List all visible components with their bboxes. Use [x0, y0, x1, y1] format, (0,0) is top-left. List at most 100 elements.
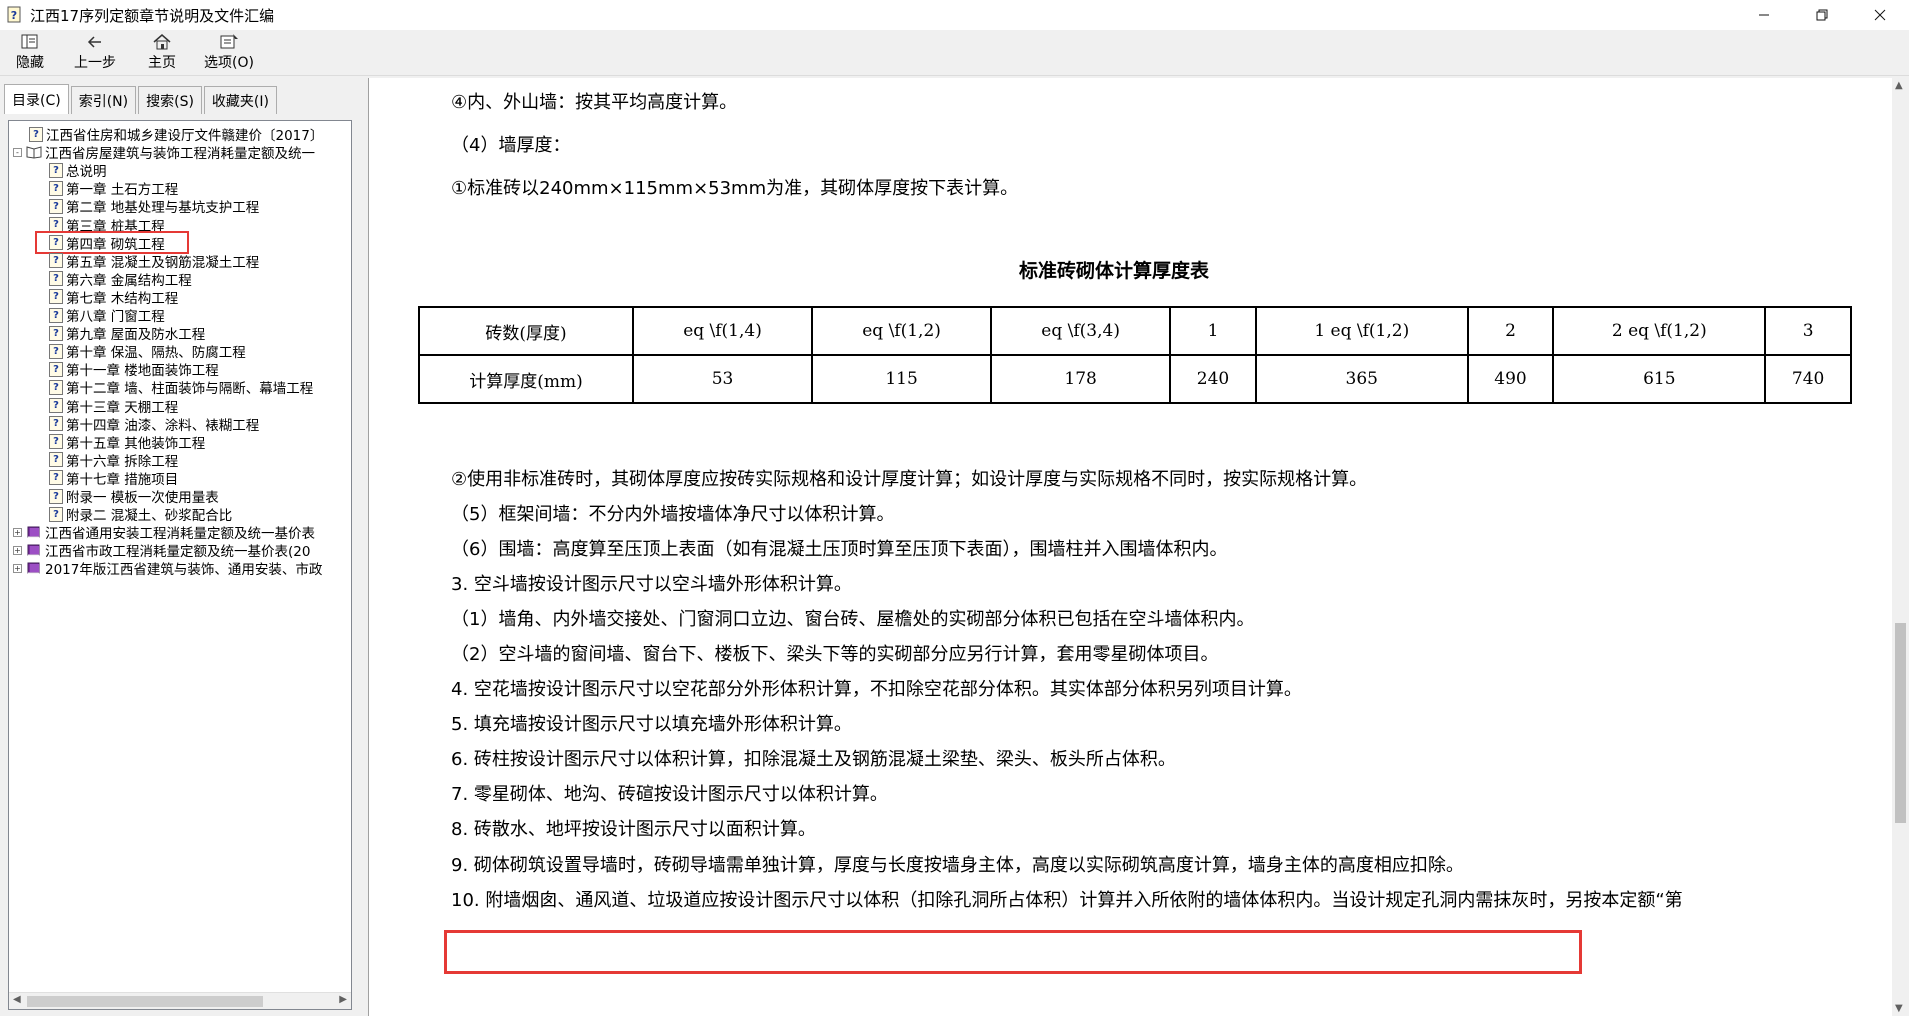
tree-item[interactable]: ? 第十一章 楼地面装饰工程 [49, 360, 219, 380]
tree-item[interactable]: ? 第一章 土石方工程 [49, 179, 178, 198]
tab-search[interactable]: 搜索(S) [138, 86, 202, 114]
table-cell: 53 [631, 354, 814, 404]
tree-item[interactable]: ? 第六章 金属结构工程 [49, 270, 192, 289]
help-page-icon: ? [49, 271, 63, 287]
vertical-scrollbar[interactable]: ▲ ▼ [1892, 78, 1909, 1016]
help-page-icon: ? [49, 398, 63, 413]
tree-item[interactable]: ? 第十五章 其他装饰工程 [49, 433, 206, 452]
scroll-right-icon[interactable]: ▶ [339, 994, 347, 1005]
back-label: 上一步 [74, 55, 116, 71]
tree-item[interactable]: ? 第十七章 措施项目 [49, 469, 179, 488]
tree-item[interactable]: ? 总说明 [49, 161, 107, 180]
help-page-icon: ? [49, 361, 63, 377]
help-page-icon: ? [49, 325, 63, 341]
home-icon [151, 32, 173, 52]
tree-item[interactable]: ? 附录二 混凝土、砂浆配合比 [49, 505, 233, 525]
content-line: 7. 零星砌体、地沟、砖碹按设计图示尺寸以体积计算。 [451, 784, 888, 805]
horizontal-scrollbar[interactable]: ◀ ▶ [9, 992, 351, 1009]
tree-item[interactable]: + 江西省通用安装工程消耗量定额及统一基价表 [13, 523, 315, 542]
tab-index[interactable]: 索引(N) [70, 86, 137, 114]
help-page-icon: ? [49, 379, 63, 395]
tree-item[interactable]: ? 第四章 砌筑工程 [35, 230, 189, 254]
help-page-icon: ? [49, 180, 63, 196]
home-button[interactable]: 主页 [148, 30, 176, 76]
expand-icon[interactable]: + [13, 563, 22, 573]
back-arrow-icon [84, 32, 106, 52]
maximize-button[interactable] [1793, 0, 1851, 30]
tree-item-label: 第十章 保温、隔热、防腐工程 [66, 345, 246, 362]
table-cell: 240 [1169, 354, 1257, 404]
expand-icon[interactable]: + [13, 527, 22, 537]
tree-item[interactable]: ? 第七章 木结构工程 [49, 288, 178, 307]
table-cell: 115 [811, 354, 993, 404]
table-cell: 1 eq \f(1,2) [1254, 306, 1469, 356]
tree-item-label: 2017年版江西省建筑与装饰、通用安装、市政 [45, 562, 323, 579]
scroll-up-icon[interactable]: ▲ [1895, 80, 1903, 91]
tree-item-label: 附录二 混凝土、砂浆配合比 [66, 508, 233, 525]
close-button[interactable] [1851, 0, 1909, 30]
content-line: 9. 砌体砌筑设置导墙时，砖砌导墙需单独计算，厚度与长度按墙身主体，高度以实际砌… [451, 855, 1464, 876]
table-cell: 490 [1466, 354, 1555, 404]
tree-item[interactable]: ? 第五章 混凝土及钢筋混凝土工程 [49, 252, 260, 271]
table-cell: 砖数(厚度) [418, 306, 634, 356]
help-page-icon: ? [49, 470, 63, 486]
tree-item[interactable]: - 江西省房屋建筑与装饰工程消耗量定额及统一 [13, 143, 315, 163]
tree-item[interactable]: ? 江西省住房和城乡建设厅文件赣建价〔2017〕 [29, 125, 323, 144]
tree-item-label: 第十七章 措施项目 [66, 471, 179, 488]
tree-item[interactable]: +2017年版江西省建筑与装饰、通用安装、市政 [13, 559, 323, 579]
help-page-icon: ? [49, 434, 63, 450]
tree-item-label: 第十一章 楼地面装饰工程 [66, 363, 219, 380]
tree-item-label: 第十六章 拆除工程 [66, 453, 179, 470]
closed-book-icon [27, 562, 40, 574]
hide-button[interactable]: 隐藏 [16, 30, 44, 76]
scroll-left-icon[interactable]: ◀ [13, 994, 21, 1005]
tree-item[interactable]: ? 第十二章 墙、柱面装饰与隔断、幕墙工程 [49, 378, 313, 397]
table-cell: 计算厚度(mm) [418, 354, 634, 404]
tree-item-label: 附录一 模板一次使用量表 [66, 490, 219, 506]
help-page-icon: ? [49, 307, 63, 323]
tab-contents[interactable]: 目录(C) [4, 84, 69, 114]
tree-item[interactable]: ? 附录一 模板一次使用量表 [49, 487, 219, 506]
scroll-down-icon[interactable]: ▼ [1895, 1003, 1903, 1014]
table-cell: 178 [990, 354, 1172, 404]
tree-item[interactable]: ? 第九章 屋面及防水工程 [49, 324, 205, 343]
back-button[interactable]: 上一步 [74, 30, 116, 76]
collapse-icon[interactable]: - [13, 147, 22, 157]
options-button[interactable]: 选项(O) [204, 30, 254, 76]
table-cell: 615 [1552, 354, 1767, 404]
table-cell: eq \f(1,4) [631, 306, 814, 356]
highlight-annotation-box [444, 930, 1582, 974]
table-title: 标准砖砌体计算厚度表 [1018, 260, 1209, 282]
tree-item-label: 第十三章 天棚工程 [66, 399, 179, 416]
table-cell: 1 [1169, 306, 1257, 356]
scroll-thumb[interactable] [1895, 623, 1906, 823]
tree-item[interactable]: ? 第十三章 天棚工程 [49, 397, 179, 416]
help-page-icon: ? [49, 253, 63, 269]
restore-icon [1816, 9, 1828, 21]
tree-item[interactable]: ? 第二章 地基处理与基坑支护工程 [49, 197, 259, 216]
tree-item[interactable]: + 江西省市政工程消耗量定额及统一基价表(20 [13, 541, 311, 561]
contents-tree: ◀ ▶ ? 江西省住房和城乡建设厅文件赣建价〔2017〕 - 江西省房屋建筑与装饰工程… [8, 120, 352, 1010]
tree-item-label: 第五章 混凝土及钢筋混凝土工程 [66, 254, 260, 271]
hide-label: 隐藏 [16, 55, 44, 71]
content-line: （4）墙厚度： [451, 135, 571, 156]
tree-item[interactable]: ? 第十章 保温、隔热、防腐工程 [49, 342, 246, 362]
table-cell: 740 [1764, 354, 1852, 404]
minimize-button[interactable] [1735, 0, 1793, 30]
tree-item[interactable]: ? 第十四章 油漆、涂料、裱糊工程 [49, 415, 259, 434]
tree-item-label: 江西省房屋建筑与装饰工程消耗量定额及统一 [45, 146, 315, 163]
nav-tabs: 目录(C) 索引(N) 搜索(S) 收藏夹(I) [4, 84, 279, 114]
tree-item-label: 江西省市政工程消耗量定额及统一基价表(20 [45, 544, 311, 561]
content-line: （1）墙角、内外墙交接处、门窗洞口立边、窗台砖、屋檐处的实砌部分体积已包括在空斗… [451, 609, 1255, 630]
scroll-thumb[interactable] [27, 996, 263, 1007]
content-line: 6. 砖柱按设计图示尺寸以体积计算，扣除混凝土及钢筋混凝土梁垫、梁头、板头所占体… [451, 749, 1176, 770]
tab-favorites[interactable]: 收藏夹(I) [203, 86, 277, 114]
content-line: ②使用非标准砖时，其砌体厚度应按砖实际规格和设计厚度计算；如设计厚度与实际规格不… [451, 469, 1368, 490]
brick-thickness-table: 砖数(厚度) eq \f(1,4) eq \f(1,2) eq \f(3,4) … [418, 306, 1852, 404]
expand-icon[interactable]: + [13, 545, 22, 555]
tree-item-label: 第十五章 其他装饰工程 [66, 435, 206, 452]
tree-item[interactable]: ? 第八章 门窗工程 [49, 306, 165, 325]
help-page-icon: ? [49, 198, 63, 214]
closed-book-icon [27, 526, 40, 538]
tree-item[interactable]: ? 第十六章 拆除工程 [49, 451, 179, 470]
